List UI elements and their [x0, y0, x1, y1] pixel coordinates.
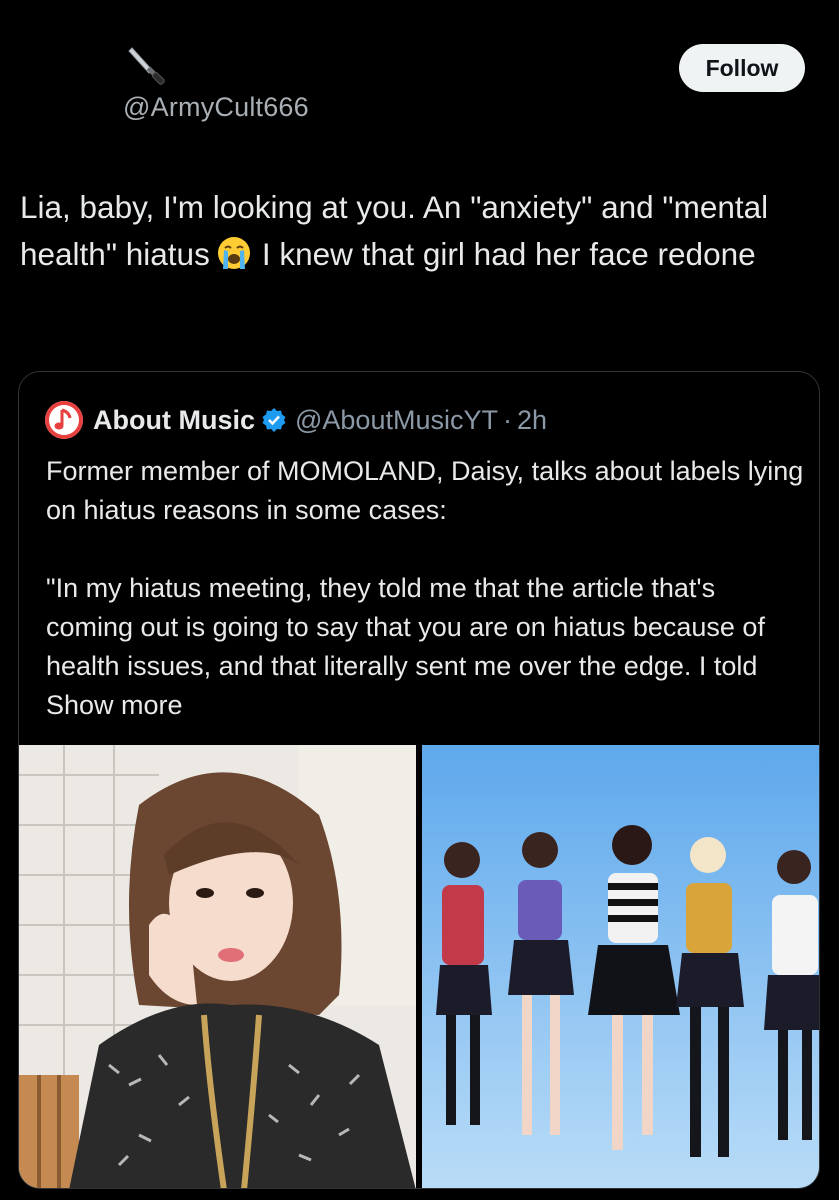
quote-header: About Music @AboutMusicYT · 2h	[45, 400, 547, 440]
quote-author-handle[interactable]: @AboutMusicYT	[295, 405, 498, 436]
quote-author-name[interactable]: About Music	[93, 405, 255, 436]
group-dance-photo[interactable]	[422, 745, 819, 1188]
quote-avatar[interactable]	[45, 401, 83, 439]
tweet-author-row: @ArmyCult666 Follow	[0, 0, 839, 160]
quote-paragraph-2: "In my hiatus meeting, they told me that…	[46, 569, 806, 725]
quote-media-grid	[19, 745, 819, 1188]
follow-button[interactable]: Follow	[679, 44, 805, 92]
tweet-text-part2: I knew that girl had her face redone	[261, 236, 756, 272]
quote-paragraph-2-text: "In my hiatus meeting, they told me that…	[46, 573, 765, 681]
show-more-link[interactable]: Show more	[46, 690, 183, 720]
quote-paragraph-1: Former member of MOMOLAND, Daisy, talks …	[46, 456, 804, 525]
dagger-emoji-icon[interactable]	[126, 44, 166, 88]
music-note-icon	[45, 401, 83, 439]
quote-text: Former member of MOMOLAND, Daisy, talks …	[46, 452, 806, 725]
tweet-text: Lia, baby, I'm looking at you. An "anxie…	[20, 184, 820, 278]
quote-separator: ·	[502, 404, 512, 435]
author-handle[interactable]: @ArmyCult666	[123, 92, 309, 123]
verified-badge-icon	[262, 408, 286, 432]
loudly-crying-face-emoji-icon	[216, 235, 252, 271]
quote-timestamp[interactable]: 2h	[517, 405, 547, 436]
portrait-photo[interactable]	[19, 745, 416, 1188]
quoted-tweet-card[interactable]: About Music @AboutMusicYT · 2h Former me…	[18, 371, 820, 1189]
